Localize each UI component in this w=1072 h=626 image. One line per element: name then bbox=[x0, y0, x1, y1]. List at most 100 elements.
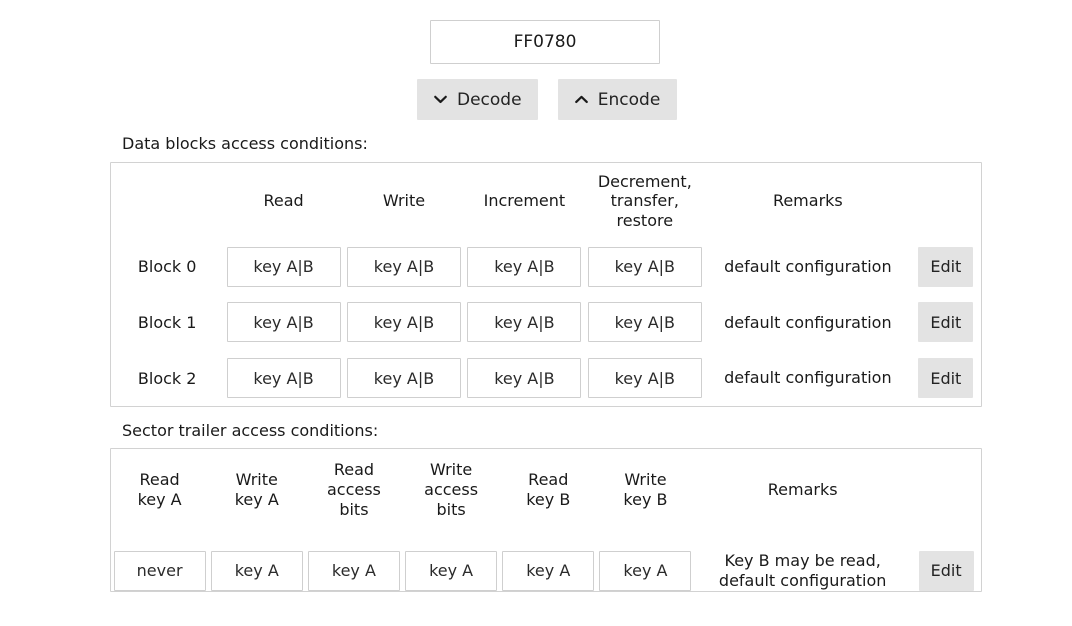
value-block-2-write[interactable]: key A|B bbox=[346, 358, 461, 399]
header-line-2: key A bbox=[137, 490, 182, 509]
header-line-3: restore bbox=[616, 210, 674, 230]
cell-block-2-read: key A|B bbox=[223, 350, 343, 406]
header-line-2: access bbox=[424, 480, 479, 500]
header-line-2: key B bbox=[526, 490, 571, 509]
header-line-2: key A bbox=[234, 490, 279, 509]
header-block bbox=[111, 163, 223, 239]
sector-trailer-panel: Read key A Write key A Read access bits … bbox=[110, 448, 982, 592]
value-read-key-b[interactable]: key A bbox=[502, 550, 595, 591]
access-bits-hex-input[interactable] bbox=[430, 20, 660, 64]
header-line-2: access bbox=[326, 480, 381, 500]
data-blocks-panel: Read Write Increment Decrement, transfer… bbox=[110, 162, 982, 407]
cell-block-1-decrement: key A|B bbox=[585, 295, 705, 351]
header-decrement-transfer-restore: Decrement, transfer, restore bbox=[585, 163, 705, 239]
header-line-1: Read bbox=[333, 460, 375, 480]
value-block-1-decrement[interactable]: key A|B bbox=[587, 302, 702, 343]
cell-block-2-decrement: key A|B bbox=[585, 350, 705, 406]
value-block-0-increment[interactable]: key A|B bbox=[467, 246, 582, 287]
cell-write-access-bits: key A bbox=[403, 531, 500, 610]
cell-block-0-read: key A|B bbox=[223, 239, 343, 295]
table-row: never key A key A key A key A key A Key … bbox=[111, 531, 981, 610]
cell-block-2-remarks: default configuration bbox=[705, 350, 911, 406]
remark-text-block-0: default configuration bbox=[724, 256, 892, 276]
edit-button-sector-trailer[interactable]: Edit bbox=[918, 550, 974, 591]
value-block-0-write[interactable]: key A|B bbox=[346, 246, 461, 287]
sector-trailer-section-label: Sector trailer access conditions: bbox=[122, 421, 379, 440]
header-remarks: Remarks bbox=[767, 480, 838, 500]
header-line-1: Read bbox=[139, 470, 180, 490]
chevron-down-icon bbox=[433, 92, 448, 107]
value-write-key-a[interactable]: key A bbox=[210, 550, 303, 591]
cell-write-key-b: key A bbox=[597, 531, 694, 610]
value-block-0-decrement[interactable]: key A|B bbox=[587, 246, 702, 287]
cell-block-1-read: key A|B bbox=[223, 295, 343, 351]
remark-line-2: default configuration bbox=[718, 570, 887, 590]
header-line-2: transfer, bbox=[610, 191, 679, 211]
cell-block-2-write: key A|B bbox=[344, 350, 464, 406]
header-read-key-a: Read key A bbox=[111, 449, 208, 531]
decode-button-label: Decode bbox=[457, 89, 522, 110]
header-line-1: Decrement, bbox=[597, 171, 692, 191]
header-line-1: Write bbox=[429, 460, 473, 480]
remark-text-block-1: default configuration bbox=[724, 312, 892, 332]
cell-block-0-increment: key A|B bbox=[464, 239, 584, 295]
value-block-0-read[interactable]: key A|B bbox=[226, 246, 341, 287]
table-row: Block 0 key A|B key A|B key A|B key A|B … bbox=[111, 239, 981, 295]
cell-trailer-remarks: Key B may be read, default configuration bbox=[694, 531, 911, 610]
value-read-access-bits[interactable]: key A bbox=[307, 550, 400, 591]
sector-trailer-table-body: never key A key A key A key A key A Key … bbox=[111, 531, 981, 610]
header-write-key-b: Write key B bbox=[597, 449, 694, 531]
sector-trailer-table-header: Read key A Write key A Read access bits … bbox=[111, 449, 981, 531]
header-line-2: key B bbox=[623, 490, 668, 509]
cell-block-1-action: Edit bbox=[911, 295, 981, 351]
header-remarks: Remarks bbox=[772, 191, 843, 211]
value-block-2-increment[interactable]: key A|B bbox=[467, 358, 582, 399]
edit-button-block-2[interactable]: Edit bbox=[918, 358, 974, 399]
header-actions bbox=[911, 449, 981, 531]
cell-block-0-remarks: default configuration bbox=[705, 239, 911, 295]
remark-line-1: Key B may be read, bbox=[724, 550, 881, 570]
decode-button[interactable]: Decode bbox=[417, 79, 538, 120]
data-blocks-table-body: Block 0 key A|B key A|B key A|B key A|B … bbox=[111, 239, 981, 406]
row-label-block-1: Block 1 bbox=[137, 312, 197, 332]
access-bits-input-container bbox=[430, 20, 660, 64]
cell-block-1-increment: key A|B bbox=[464, 295, 584, 351]
header-read-access-bits: Read access bits bbox=[305, 449, 402, 531]
value-block-2-decrement[interactable]: key A|B bbox=[587, 358, 702, 399]
header-line-1: Write bbox=[235, 470, 278, 490]
value-block-2-read[interactable]: key A|B bbox=[226, 358, 341, 399]
header-line-1: Read bbox=[528, 470, 569, 490]
table-row: Block 1 key A|B key A|B key A|B key A|B … bbox=[111, 295, 981, 351]
data-blocks-table-header: Read Write Increment Decrement, transfer… bbox=[111, 163, 981, 239]
value-read-key-a[interactable]: never bbox=[113, 550, 206, 591]
remark-text-trailer: Key B may be read, default configuration bbox=[694, 531, 911, 609]
value-block-1-increment[interactable]: key A|B bbox=[467, 302, 582, 343]
edit-button-block-0[interactable]: Edit bbox=[918, 246, 974, 287]
decode-encode-button-group: Decode Encode bbox=[417, 79, 677, 120]
data-blocks-table: Read Write Increment Decrement, transfer… bbox=[111, 163, 981, 406]
value-write-access-bits[interactable]: key A bbox=[405, 550, 498, 591]
cell-write-key-a: key A bbox=[208, 531, 305, 610]
encode-button[interactable]: Encode bbox=[557, 79, 677, 120]
chevron-up-icon bbox=[574, 92, 589, 107]
header-line-3: bits bbox=[339, 499, 369, 519]
cell-read-access-bits: key A bbox=[305, 531, 402, 610]
header-increment: Increment bbox=[483, 191, 566, 211]
header-read: Read bbox=[263, 191, 304, 211]
row-label-block-0: Block 0 bbox=[137, 257, 197, 277]
header-line-3: bits bbox=[436, 499, 466, 519]
value-block-1-read[interactable]: key A|B bbox=[226, 302, 341, 343]
row-label-block-2: Block 2 bbox=[137, 368, 197, 388]
cell-block-0-decrement: key A|B bbox=[585, 239, 705, 295]
table-header-row: Read key A Write key A Read access bits … bbox=[111, 449, 981, 531]
value-write-key-b[interactable]: key A bbox=[599, 550, 692, 591]
edit-button-block-1[interactable]: Edit bbox=[918, 302, 974, 343]
header-read-key-b: Read key B bbox=[500, 449, 597, 531]
header-write-access-bits: Write access bits bbox=[403, 449, 500, 531]
cell-read-key-b: key A bbox=[500, 531, 597, 610]
value-block-1-write[interactable]: key A|B bbox=[346, 302, 461, 343]
cell-block-1-write: key A|B bbox=[344, 295, 464, 351]
cell-block-2-action: Edit bbox=[911, 350, 981, 406]
cell-block-0-action: Edit bbox=[911, 239, 981, 295]
header-line-1: Write bbox=[624, 470, 667, 490]
